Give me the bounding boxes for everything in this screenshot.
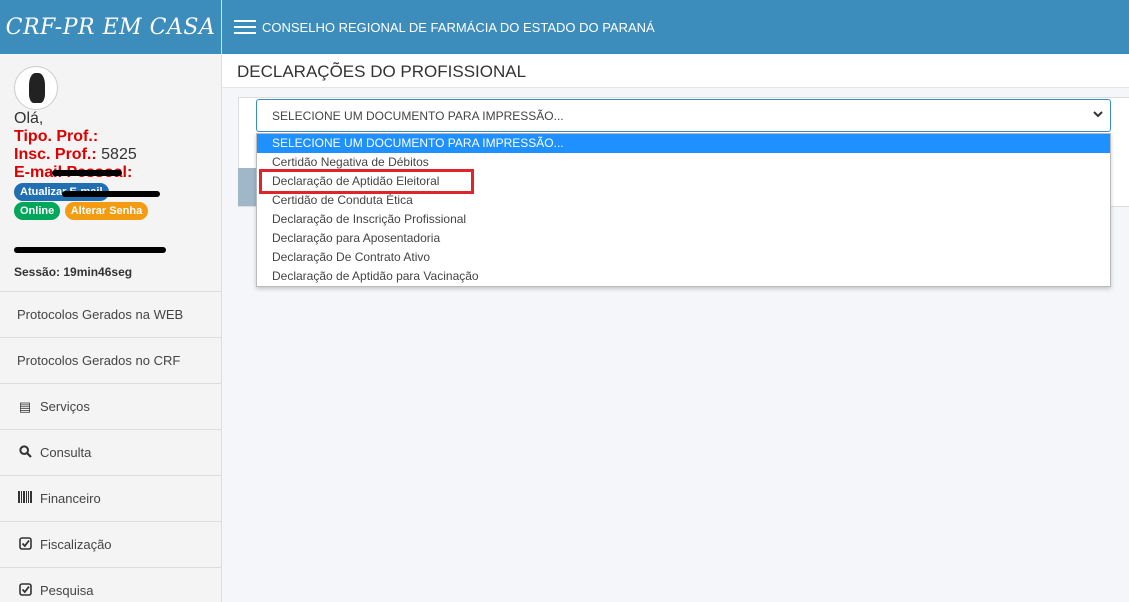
menu-pesquisa[interactable]: Pesquisa <box>0 568 221 602</box>
search-icon <box>17 444 33 461</box>
brand-logo[interactable]: CRF-PR EM CASA <box>0 0 221 54</box>
avatar <box>14 66 58 110</box>
top-navbar: CONSELHO REGIONAL DE FARMÁCIA DO ESTADO … <box>222 0 1129 54</box>
page-title: DECLARAÇÕES DO PROFISSIONAL <box>237 62 527 81</box>
redacted-tipo <box>62 191 160 197</box>
header-title: CONSELHO REGIONAL DE FARMÁCIA DO ESTADO … <box>262 19 655 35</box>
dropdown-option[interactable]: Declaração de Aptidão para Vacinação <box>257 267 1110 286</box>
dropdown-option[interactable]: Declaração de Inscrição Profissional <box>257 210 1110 229</box>
session-timer: Sessão: 19min46seg <box>14 265 133 279</box>
greeting: Olá, <box>14 110 209 128</box>
menu-label: Financeiro <box>40 491 101 506</box>
menu-label: Protocolos Gerados na WEB <box>17 307 184 322</box>
menu-protocolos-web[interactable]: Protocolos Gerados na WEB <box>0 292 221 338</box>
chevron-down-icon <box>1092 108 1104 123</box>
insc-label: Insc. Prof.: <box>14 146 97 163</box>
check-square-icon <box>17 536 33 553</box>
dropdown-option[interactable]: SELECIONE UM DOCUMENTO PARA IMPRESSÃO... <box>257 134 1110 153</box>
user-panel: Olá, Tipo. Prof.: Insc. Prof.: 5825 E-ma… <box>0 54 221 292</box>
dropdown-option[interactable]: Declaração De Contrato Ativo <box>257 248 1110 267</box>
panel-button[interactable] <box>238 168 258 206</box>
tipo-label: Tipo. Prof.: <box>14 128 99 145</box>
list-icon: ▤ <box>18 398 32 414</box>
change-password-button[interactable]: Alterar Senha <box>64 202 149 220</box>
document-select-value: SELECIONE UM DOCUMENTO PARA IMPRESSÃO... <box>272 108 564 123</box>
redacted-email <box>14 247 166 253</box>
insc-value: 5825 <box>101 146 137 163</box>
online-badge: Online <box>14 202 61 220</box>
menu-label: Consulta <box>40 445 92 460</box>
check-square-icon <box>17 582 33 599</box>
sidebar-menu: Protocolos Gerados na WEB Protocolos Ger… <box>0 292 221 602</box>
greeting-text: Olá, <box>14 110 44 127</box>
highlight-box <box>259 169 474 194</box>
redacted-name <box>52 170 122 176</box>
menu-financeiro[interactable]: Financeiro <box>0 476 221 522</box>
menu-servicos[interactable]: ▤ Serviços <box>0 384 221 430</box>
insc-row: Insc. Prof.: 5825 <box>14 146 209 164</box>
menu-fiscalizacao[interactable]: Fiscalização <box>0 522 221 568</box>
menu-protocolos-crf[interactable]: Protocolos Gerados no CRF <box>0 338 221 384</box>
menu-label: Pesquisa <box>40 583 94 598</box>
sidebar: CRF-PR EM CASA Olá, Tipo. Prof.: Insc. P… <box>0 0 222 602</box>
barcode-icon <box>17 491 33 506</box>
brand-text: CRF-PR EM CASA <box>5 14 216 40</box>
document-select[interactable]: SELECIONE UM DOCUMENTO PARA IMPRESSÃO... <box>256 99 1111 132</box>
status-row: Online Alterar Senha <box>14 201 209 220</box>
document-dropdown: SELECIONE UM DOCUMENTO PARA IMPRESSÃO...… <box>256 133 1111 287</box>
dropdown-option[interactable]: Declaração para Aposentadoria <box>257 229 1110 248</box>
menu-label: Fiscalização <box>40 537 112 552</box>
content-header: DECLARAÇÕES DO PROFISSIONAL <box>222 54 1129 88</box>
menu-consulta[interactable]: Consulta <box>0 430 221 476</box>
menu-label: Serviços <box>40 399 90 414</box>
hamburger-menu-icon[interactable] <box>234 20 256 34</box>
menu-label: Protocolos Gerados no CRF <box>17 353 181 368</box>
